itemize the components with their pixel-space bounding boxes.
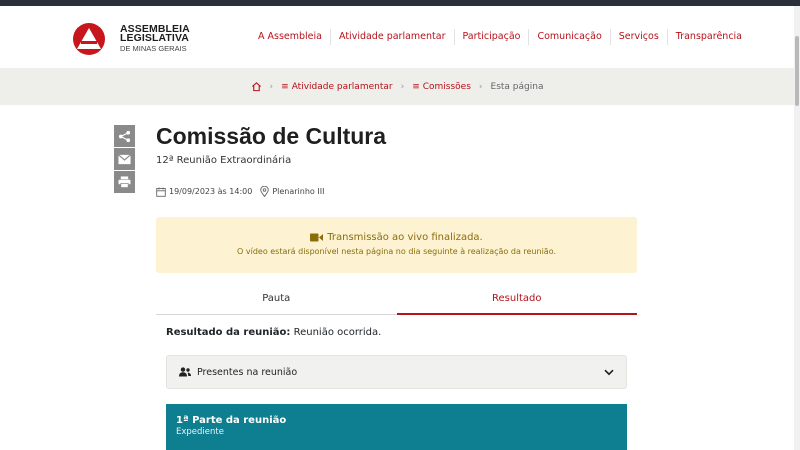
breadcrumb-comissoes-label: Comissões <box>422 81 471 92</box>
chevron-down-icon[interactable] <box>604 369 614 376</box>
breadcrumb-atividade-label: Atividade parlamentar <box>291 81 393 92</box>
nav-transparencia[interactable]: Transparência <box>666 29 750 45</box>
nav-comunicacao[interactable]: Comunicação <box>528 29 609 45</box>
nav-atividade-parlamentar[interactable]: Atividade parlamentar <box>330 29 454 45</box>
meeting-part-title: 1ª Parte da reunião <box>176 415 287 426</box>
meeting-result-value: Reunião ocorrida. <box>293 327 382 338</box>
main-nav: A Assembleia Atividade parlamentar Parti… <box>250 29 750 45</box>
email-button[interactable] <box>114 148 135 170</box>
logo-text: ASSEMBLEIA LEGISLATIVA DE MINAS GERAIS <box>120 24 190 53</box>
share-icon <box>118 130 131 142</box>
meeting-meta: 19/09/2023 às 14:00 Plenarinho III <box>156 186 332 197</box>
breadcrumb-comissoes[interactable]: ≡ Comissões <box>412 82 471 92</box>
breadcrumb-atividade[interactable]: ≡ Atividade parlamentar <box>281 82 392 92</box>
video-camera-icon <box>310 233 324 242</box>
meeting-datetime: 19/09/2023 às 14:00 <box>156 187 252 197</box>
breadcrumb-separator: › <box>478 81 483 92</box>
meeting-location-text: Plenarinho III <box>272 187 325 196</box>
presentes-label: Presentes na reunião <box>197 366 298 378</box>
calendar-icon <box>156 187 166 197</box>
scrollbar-thumb[interactable] <box>795 36 799 106</box>
meeting-result-label: Resultado da reunião: <box>166 327 291 338</box>
meeting-part-card[interactable]: 1ª Parte da reunião Expediente <box>166 404 627 450</box>
mail-icon <box>118 153 131 164</box>
breadcrumb-separator: › <box>269 81 274 92</box>
meeting-part-subtitle: Expediente <box>176 427 224 437</box>
breadcrumb-current: Esta página <box>490 81 544 92</box>
nav-servicos[interactable]: Serviços <box>609 29 667 45</box>
meeting-result: Resultado da reunião: Reunião ocorrida. <box>166 327 381 338</box>
breadcrumb-home[interactable] <box>251 81 262 92</box>
logo-line-2: LEGISLATIVA <box>120 32 189 44</box>
almg-triangle-logo-icon <box>73 23 105 55</box>
home-icon <box>251 82 261 92</box>
page-title: Comissão de Cultura <box>156 123 387 149</box>
nav-a-assembleia[interactable]: A Assembleia <box>250 29 330 45</box>
meeting-tabs: Pauta Resultado <box>156 288 637 315</box>
share-button[interactable] <box>114 125 135 147</box>
page-scrollbar[interactable] <box>794 6 800 450</box>
menu-icon: ≡ <box>412 81 420 92</box>
print-button[interactable] <box>114 171 135 193</box>
logo-line-3: DE MINAS GERAIS <box>120 44 187 53</box>
page-subtitle: 12ª Reunião Extraordinária <box>156 155 292 166</box>
site-header: ASSEMBLEIA LEGISLATIVA DE MINAS GERAIS A… <box>0 6 794 68</box>
live-stream-alert: Transmissão ao vivo finalizada. O vídeo … <box>156 217 637 273</box>
print-icon <box>118 176 131 188</box>
menu-icon: ≡ <box>281 81 289 92</box>
presentes-accordion[interactable]: Presentes na reunião <box>166 355 627 389</box>
breadcrumb: › ≡ Atividade parlamentar › ≡ Comissões … <box>0 68 794 105</box>
nav-participacao[interactable]: Participação <box>453 29 529 45</box>
meeting-location: Plenarinho III <box>260 186 324 197</box>
site-logo[interactable]: ASSEMBLEIA LEGISLATIVA DE MINAS GERAIS <box>72 22 190 56</box>
share-toolbar <box>114 125 135 194</box>
tab-pauta[interactable]: Pauta <box>156 288 397 315</box>
tab-resultado[interactable]: Resultado <box>396 288 637 315</box>
users-icon <box>179 367 191 377</box>
alert-title: Transmissão ao vivo finalizada. <box>156 232 637 243</box>
breadcrumb-separator: › <box>400 81 405 92</box>
alert-title-text: Transmissão ao vivo finalizada. <box>327 232 483 243</box>
alert-description: O vídeo estará disponível nesta página n… <box>237 247 556 256</box>
meeting-datetime-text: 19/09/2023 às 14:00 <box>169 187 253 196</box>
location-pin-icon <box>260 186 270 197</box>
